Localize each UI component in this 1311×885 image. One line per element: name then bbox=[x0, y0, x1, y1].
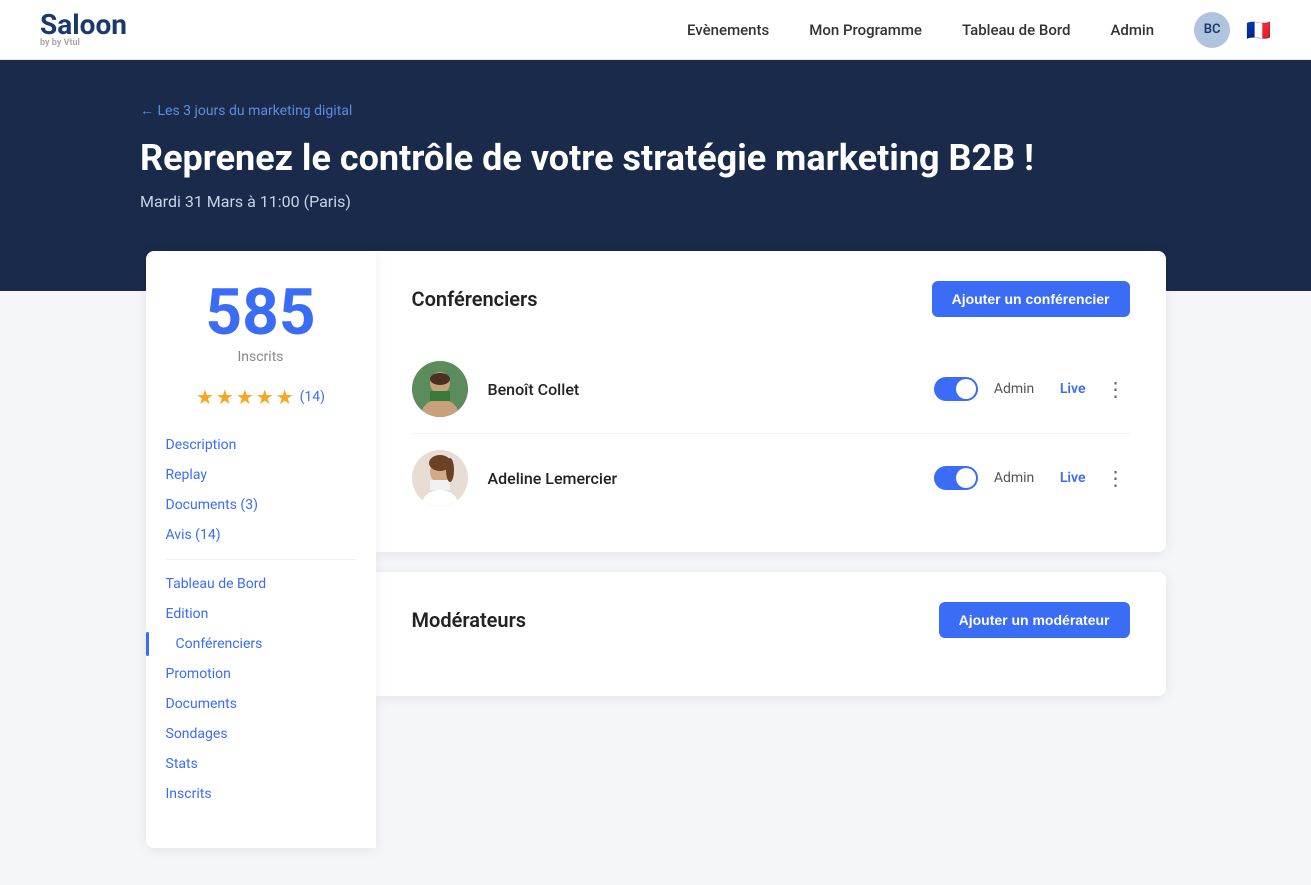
main-content: 585 Inscrits ★ ★ ★ ★ ★ (14) Description … bbox=[106, 251, 1206, 848]
nav-events[interactable]: Evènements bbox=[687, 21, 769, 39]
sidebar-item-edition[interactable]: Edition bbox=[166, 602, 356, 626]
nav-admin[interactable]: Admin bbox=[1110, 21, 1154, 39]
nav-programme[interactable]: Mon Programme bbox=[809, 21, 922, 39]
sidebar-item-conferenciers[interactable]: Conférenciers bbox=[166, 632, 356, 656]
toggle-adeline[interactable] bbox=[934, 466, 978, 490]
more-menu-benoit[interactable]: ⋮ bbox=[1102, 375, 1130, 403]
sidebar-item-sondages[interactable]: Sondages bbox=[166, 722, 356, 746]
person-name-benoit: Benoît Collet bbox=[488, 380, 934, 399]
moderateurs-section: Modérateurs Ajouter un modérateur bbox=[376, 572, 1166, 696]
sidebar-item-avis[interactable]: Avis (14) bbox=[166, 523, 356, 547]
person-name-adeline: Adeline Lemercier bbox=[488, 469, 934, 488]
person-row: Benoît Collet Admin Live ⋮ bbox=[412, 345, 1130, 434]
person-row: Adeline Lemercier Admin Live ⋮ bbox=[412, 434, 1130, 522]
conferenciers-title: Conférenciers bbox=[412, 287, 538, 311]
live-link-adeline[interactable]: Live bbox=[1060, 470, 1086, 486]
sidebar-item-stats[interactable]: Stats bbox=[166, 752, 356, 776]
add-conferencier-button[interactable]: Ajouter un conférencier bbox=[932, 281, 1130, 317]
person-actions-benoit: Admin Live ⋮ bbox=[934, 375, 1130, 403]
star-5: ★ bbox=[276, 385, 294, 409]
person-actions-adeline: Admin Live ⋮ bbox=[934, 464, 1130, 492]
sidebar-item-documents[interactable]: Documents (3) bbox=[166, 493, 356, 517]
star-1: ★ bbox=[196, 385, 214, 409]
breadcrumb-link[interactable]: Les 3 jours du marketing digital bbox=[140, 102, 352, 119]
user-avatar[interactable]: BC bbox=[1194, 12, 1230, 48]
sidebar-item-tableau[interactable]: Tableau de Bord bbox=[166, 572, 356, 596]
nav-tableau[interactable]: Tableau de Bord bbox=[962, 21, 1071, 39]
toggle-benoit[interactable] bbox=[934, 377, 978, 401]
sidebar-item-inscrits[interactable]: Inscrits bbox=[166, 782, 356, 806]
sidebar: 585 Inscrits ★ ★ ★ ★ ★ (14) Description … bbox=[146, 251, 376, 848]
star-3: ★ bbox=[236, 385, 254, 409]
inscrit-label: Inscrits bbox=[166, 349, 356, 365]
rating: ★ ★ ★ ★ ★ (14) bbox=[166, 385, 356, 409]
sidebar-item-promotion[interactable]: Promotion bbox=[166, 662, 356, 686]
logo-sub: by by Vtul bbox=[40, 39, 127, 48]
rating-count: (14) bbox=[300, 389, 325, 405]
star-2: ★ bbox=[216, 385, 234, 409]
header-right: BC 🇫🇷 bbox=[1194, 12, 1271, 48]
language-flag[interactable]: 🇫🇷 bbox=[1246, 18, 1271, 42]
logo[interactable]: Saloon by by Vtul bbox=[40, 11, 127, 48]
avatar-benoit bbox=[412, 361, 468, 417]
page-title: Reprenez le contrôle de votre stratégie … bbox=[140, 137, 1171, 180]
main-nav: Evènements Mon Programme Tableau de Bord… bbox=[687, 21, 1154, 39]
star-4: ★ bbox=[256, 385, 274, 409]
sidebar-item-description[interactable]: Description bbox=[166, 433, 356, 457]
conferenciers-section: Conférenciers Ajouter un conférencier Be… bbox=[376, 251, 1166, 552]
sidebar-item-replay[interactable]: Replay bbox=[166, 463, 356, 487]
event-date: Mardi 31 Mars à 11:00 (Paris) bbox=[140, 192, 1171, 211]
role-adeline: Admin bbox=[994, 470, 1044, 486]
moderateurs-title: Modérateurs bbox=[412, 608, 527, 632]
live-link-benoit[interactable]: Live bbox=[1060, 381, 1086, 397]
role-benoit: Admin bbox=[994, 381, 1044, 397]
moderateurs-header: Modérateurs Ajouter un modérateur bbox=[412, 602, 1130, 638]
logo-text: Saloon bbox=[40, 11, 127, 39]
sidebar-divider bbox=[166, 559, 356, 560]
avatar-adeline bbox=[412, 450, 468, 506]
sidebar-nav-bottom: Tableau de Bord Edition Conférenciers Pr… bbox=[166, 572, 356, 806]
sidebar-nav-top: Description Replay Documents (3) Avis (1… bbox=[166, 433, 356, 547]
conferenciers-header: Conférenciers Ajouter un conférencier bbox=[412, 281, 1130, 317]
sidebar-item-documents2[interactable]: Documents bbox=[166, 692, 356, 716]
inscrit-count: 585 bbox=[166, 281, 356, 345]
right-panel: Conférenciers Ajouter un conférencier Be… bbox=[376, 251, 1166, 848]
more-menu-adeline[interactable]: ⋮ bbox=[1102, 464, 1130, 492]
add-moderateur-button[interactable]: Ajouter un modérateur bbox=[939, 602, 1130, 638]
header: Saloon by by Vtul Evènements Mon Program… bbox=[0, 0, 1311, 60]
